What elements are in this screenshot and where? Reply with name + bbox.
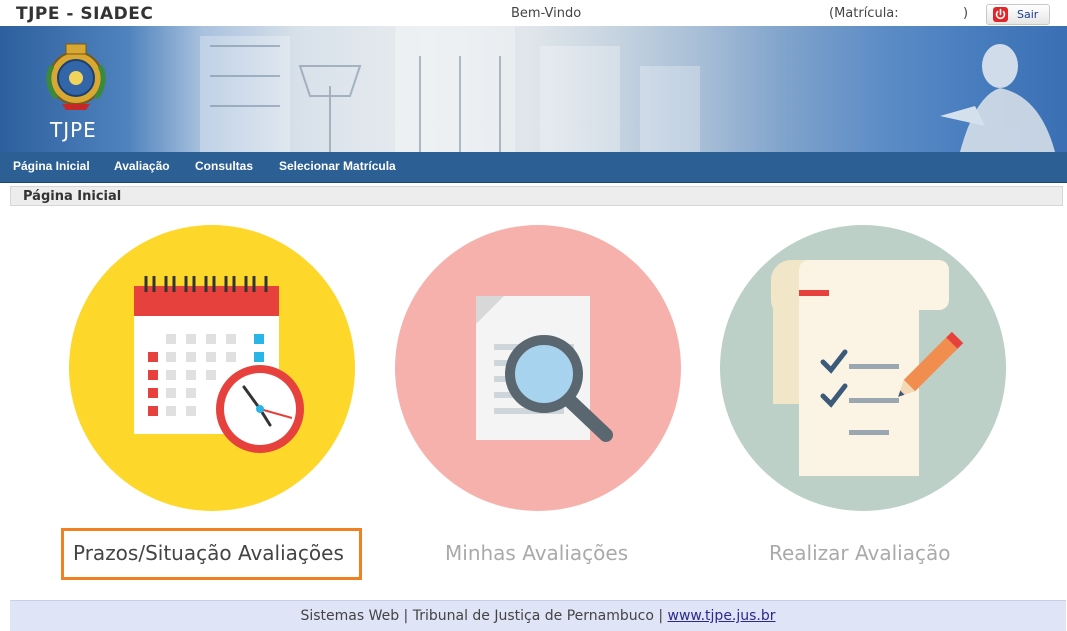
breadcrumb: Página Inicial [10,186,1063,206]
matricula-close: ) [963,6,969,21]
footer-link[interactable]: www.tjpe.jus.br [668,608,776,624]
welcome-text: Bem-Vindo [511,6,582,21]
footer-text: Sistemas Web | Tribunal de Justiça de Pe… [300,608,664,624]
logout-button[interactable]: Sair [986,4,1050,25]
breadcrumb-current: Página Inicial [23,189,122,204]
tile-prazos-situacao[interactable] [68,224,356,512]
tile-label-minhas[interactable]: Minhas Avaliações [445,541,628,565]
footer-text-wrap: Sistemas Web | Tribunal de Justiça de Pe… [10,608,1066,624]
matricula-label-text: (Matrícula: [829,6,899,21]
tile-realizar-avaliacao[interactable] [719,224,1007,512]
nav-item-selecionar-matricula[interactable]: Selecionar Matrícula [279,159,396,173]
checklist-pencil-icon [720,225,1006,511]
header-banner: TJPE [0,26,1067,152]
tile-label-prazos[interactable]: Prazos/Situação Avaliações [73,541,344,565]
calendar-clock-icon [69,225,355,511]
logout-label: Sair [1017,8,1039,21]
tile-minhas-avaliacoes[interactable] [394,224,682,512]
document-search-icon [395,225,681,511]
nav-item-avaliacao[interactable]: Avaliação [114,159,170,173]
footer: Sistemas Web | Tribunal de Justiça de Pe… [10,600,1066,631]
power-icon [993,7,1008,22]
tjpe-crest-logo [46,43,106,110]
top-bar: TJPE - SIADEC Bem-Vindo (Matrícula: ) Sa… [0,0,1067,26]
nav-item-consultas[interactable]: Consultas [195,159,253,173]
main-nav: Página Inicial Avaliação Consultas Selec… [0,152,1067,183]
banner-architecture-image [200,26,1055,152]
app-title: TJPE - SIADEC [16,4,154,24]
matricula-label: (Matrícula: ) [829,6,968,21]
tile-label-realizar[interactable]: Realizar Avaliação [769,541,950,565]
nav-item-pagina-inicial[interactable]: Página Inicial [13,159,90,173]
tjpe-logo-text: TJPE [50,118,97,142]
